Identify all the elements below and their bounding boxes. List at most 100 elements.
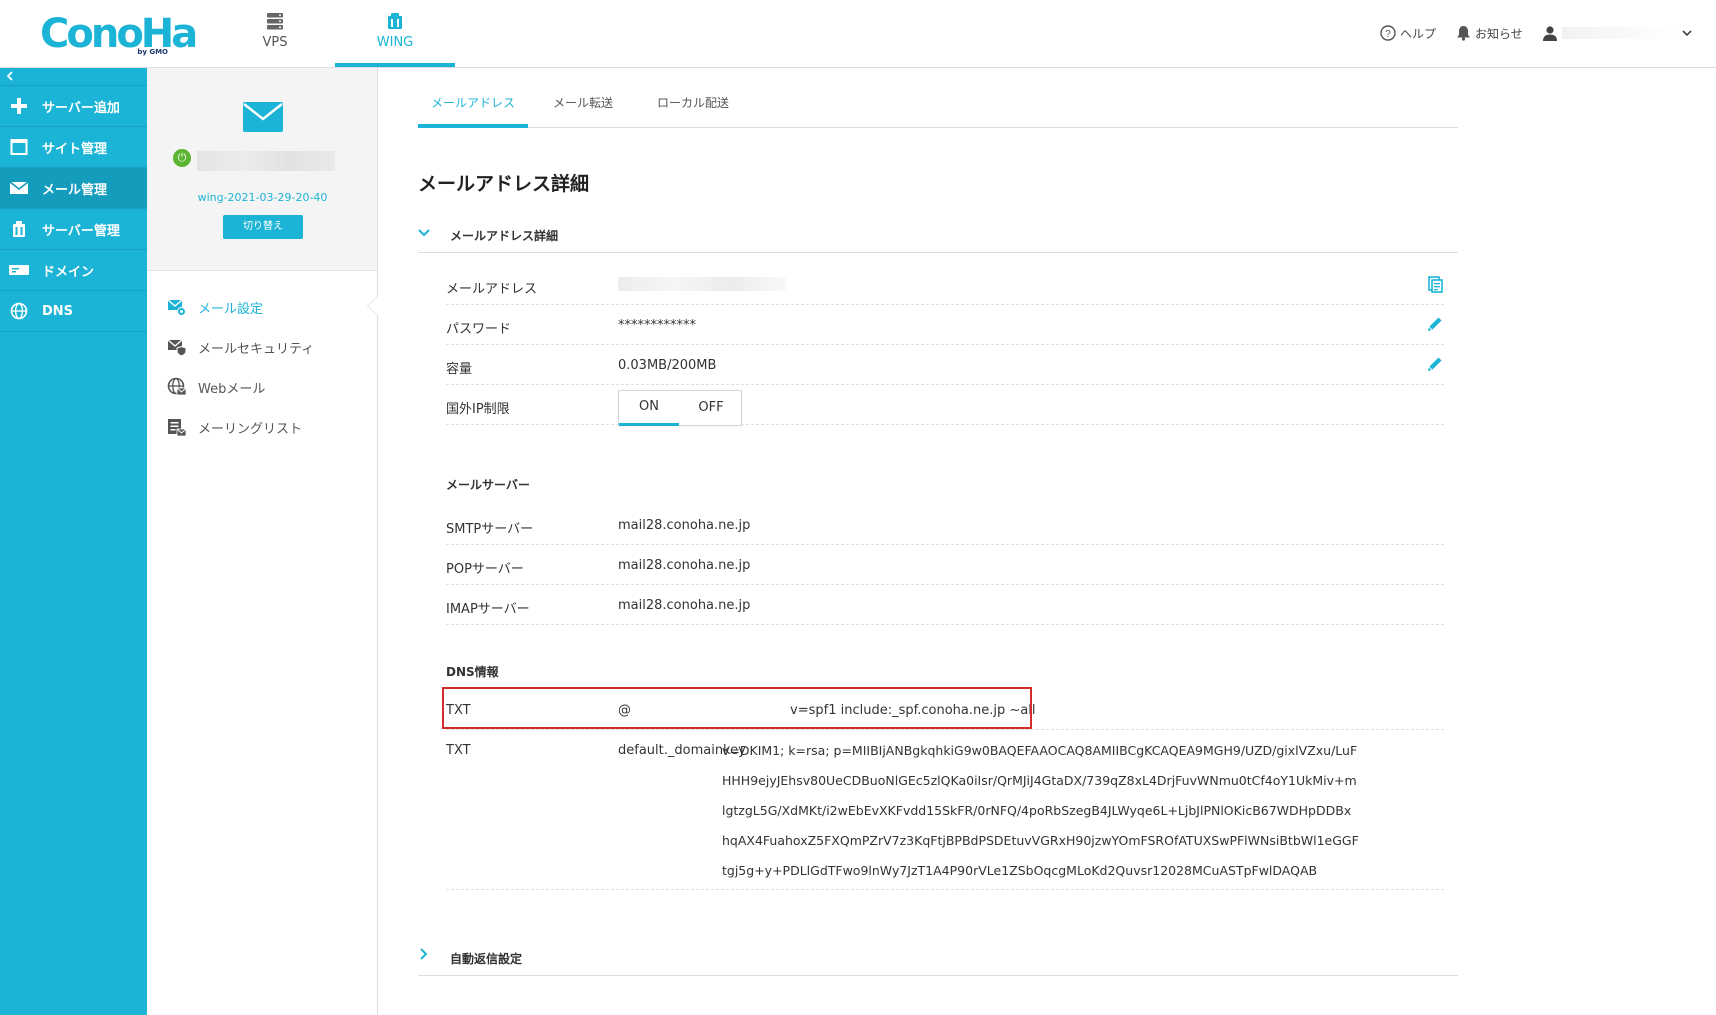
switch-button[interactable]: 切り替え bbox=[223, 215, 303, 239]
tab-mail-forward[interactable]: メール転送 bbox=[528, 86, 638, 128]
sidebar-item-label: メール管理 bbox=[42, 182, 108, 198]
section-mail-address-detail[interactable]: メールアドレス詳細 bbox=[418, 215, 1458, 253]
sidebar-item-server-manage[interactable]: サーバー管理 bbox=[0, 209, 147, 250]
wing-id: wing-2021-03-29-20-40 bbox=[197, 191, 328, 204]
nav-wing-label: WING bbox=[376, 35, 414, 50]
dns-info-title: DNS情報 bbox=[446, 665, 499, 679]
power-status-icon: ⏻ bbox=[173, 149, 191, 167]
user-menu[interactable] bbox=[1542, 22, 1693, 44]
row-mail-address: メールアドレス bbox=[446, 265, 1444, 305]
chevron-down-icon bbox=[418, 225, 430, 241]
user-name-masked bbox=[1562, 27, 1677, 39]
nav-vps-label: VPS bbox=[262, 35, 288, 50]
sidebar-item-label: サーバー追加 bbox=[42, 100, 120, 116]
mail-settings-icon bbox=[167, 299, 186, 316]
sidebar-item-site[interactable]: サイト管理 bbox=[0, 127, 147, 168]
wing-icon bbox=[388, 13, 402, 29]
mailing-list-icon bbox=[168, 419, 187, 437]
logo-gmo-text: by GMO bbox=[137, 48, 168, 56]
tab-bar: メールアドレス メール転送 ローカル配送 bbox=[418, 86, 1458, 128]
toggle-off[interactable]: OFF bbox=[681, 391, 741, 426]
row-password: パスワード ************ bbox=[446, 305, 1444, 345]
sub-menu: メール設定 メールセキュリティ Webメール メーリングリスト bbox=[147, 271, 378, 447]
imap-value: mail28.conoha.ne.jp bbox=[618, 598, 751, 613]
help-icon: ? bbox=[1380, 25, 1396, 41]
help-link[interactable]: ? ヘルプ bbox=[1380, 22, 1436, 44]
globe-icon bbox=[9, 301, 29, 321]
user-icon bbox=[1543, 26, 1557, 41]
section-auto-reply[interactable]: 自動返信設定 bbox=[418, 938, 1458, 976]
sidebar-collapse-button[interactable] bbox=[0, 68, 147, 86]
dkim-line: lgtzgL5G/XdMKt/i2wEbEvXKFvdd15SkFR/0rNFQ… bbox=[722, 803, 1352, 818]
nav-vps[interactable]: VPS bbox=[215, 0, 335, 67]
window-icon bbox=[9, 137, 29, 157]
sub-item-label: メーリングリスト bbox=[198, 421, 303, 437]
pop-value: mail28.conoha.ne.jp bbox=[618, 558, 751, 573]
tab-local-delivery[interactable]: ローカル配送 bbox=[638, 86, 748, 128]
domain-icon bbox=[9, 260, 29, 280]
account-box: ⏻ wing-2021-03-29-20-40 切り替え bbox=[147, 68, 377, 271]
mail-address-masked bbox=[618, 277, 786, 295]
server-icon bbox=[267, 13, 283, 30]
sidebar-item-label: ドメイン bbox=[42, 264, 95, 280]
sidebar-item-label: DNS bbox=[42, 303, 74, 319]
sub-item-label: Webメール bbox=[198, 381, 266, 397]
row-capacity: 容量 0.03MB/200MB bbox=[446, 345, 1444, 385]
sub-item-mail-settings[interactable]: メール設定 bbox=[147, 287, 378, 327]
foreign-ip-toggle[interactable]: ON OFF bbox=[618, 390, 742, 426]
sub-item-label: メールセキュリティ bbox=[198, 341, 315, 357]
sub-item-webmail[interactable]: Webメール bbox=[147, 367, 377, 407]
row-foreign-ip: 国外IP制限 ON OFF bbox=[446, 385, 1444, 426]
dkim-line: v=DKIM1; k=rsa; p=MIIBIjANBgkqhkiG9w0BAQ… bbox=[722, 743, 1358, 758]
mail-icon bbox=[9, 178, 29, 198]
conoha-logo[interactable]: ConoHa by GMO bbox=[40, 12, 198, 56]
account-name-masked bbox=[197, 151, 335, 171]
foreign-ip-label: 国外IP制限 bbox=[446, 402, 510, 417]
imap-label: IMAPサーバー bbox=[446, 602, 530, 617]
bell-icon bbox=[1457, 26, 1470, 41]
dns-record-dkim: TXT default._domainkey v=DKIM1; k=rsa; p… bbox=[446, 730, 1444, 890]
news-label: お知らせ bbox=[1475, 26, 1523, 41]
news-link[interactable]: お知らせ bbox=[1456, 22, 1523, 44]
pencil-icon[interactable] bbox=[1426, 315, 1444, 333]
row-imap: IMAPサーバー mail28.conoha.ne.jp bbox=[446, 585, 1444, 625]
dkim-line: hqAX4FuahoxZ5FXQmPZrV7z3KqFtjBPBdPSDEtuv… bbox=[722, 833, 1359, 848]
capacity-label: 容量 bbox=[446, 362, 473, 377]
chevron-down-icon bbox=[1682, 30, 1692, 37]
smtp-label: SMTPサーバー bbox=[446, 522, 534, 537]
capacity-value: 0.03MB/200MB bbox=[618, 358, 717, 373]
tab-mail-address[interactable]: メールアドレス bbox=[418, 86, 528, 128]
page-title: メールアドレス詳細 bbox=[418, 173, 590, 195]
password-label: パスワード bbox=[446, 322, 512, 337]
dkim-line: HHH9ejyJEhsv80UeCDBuoNlGEc5zlQKa0iIsr/Qr… bbox=[722, 773, 1357, 788]
copy-icon[interactable] bbox=[1426, 275, 1444, 293]
row-smtp: SMTPサーバー mail28.conoha.ne.jp bbox=[446, 505, 1444, 545]
sidebar-item-label: サイト管理 bbox=[42, 141, 108, 157]
svg-text:?: ? bbox=[1385, 29, 1391, 40]
sidebar-item-dns[interactable]: DNS bbox=[0, 291, 147, 332]
nav-wing[interactable]: WING bbox=[335, 0, 455, 67]
sub-item-mailing-list[interactable]: メーリングリスト bbox=[147, 407, 377, 447]
sub-item-mail-security[interactable]: メールセキュリティ bbox=[147, 327, 377, 367]
logo-text: ConoHa bbox=[40, 11, 198, 57]
mail-address-label: メールアドレス bbox=[446, 282, 538, 297]
smtp-value: mail28.conoha.ne.jp bbox=[618, 518, 751, 533]
highlight-box bbox=[442, 687, 1032, 729]
pencil-icon[interactable] bbox=[1426, 355, 1444, 373]
password-value: ************ bbox=[618, 318, 696, 333]
mail-sub-panel: ⏻ wing-2021-03-29-20-40 切り替え メール設定 メールセキ… bbox=[147, 68, 378, 1015]
sidebar-item-domain[interactable]: ドメイン bbox=[0, 250, 147, 291]
sidebar-item-add-server[interactable]: サーバー追加 bbox=[0, 86, 147, 127]
dkim-line: tgj5g+y+PDLlGdTFwo9lnWy7JzT1A4P90rVLe1ZS… bbox=[722, 863, 1318, 878]
top-bar: ConoHa by GMO VPS WING ? ヘルプ お知らせ bbox=[0, 0, 1716, 68]
mail-large-icon bbox=[243, 102, 283, 132]
dns-type: TXT bbox=[446, 743, 471, 758]
toggle-on[interactable]: ON bbox=[619, 391, 679, 426]
pop-label: POPサーバー bbox=[446, 562, 524, 577]
main-content: メールアドレス メール転送 ローカル配送 メールアドレス詳細 メールアドレス詳細… bbox=[378, 68, 1716, 1015]
sidebar-item-mail[interactable]: メール管理 bbox=[0, 168, 147, 209]
section-title: メールアドレス詳細 bbox=[450, 229, 559, 243]
sidebar-item-label: サーバー管理 bbox=[42, 223, 120, 239]
sidebar: サーバー追加 サイト管理 メール管理 サーバー管理 ドメイン DNS bbox=[0, 68, 147, 1015]
chevron-right-icon bbox=[418, 948, 428, 964]
